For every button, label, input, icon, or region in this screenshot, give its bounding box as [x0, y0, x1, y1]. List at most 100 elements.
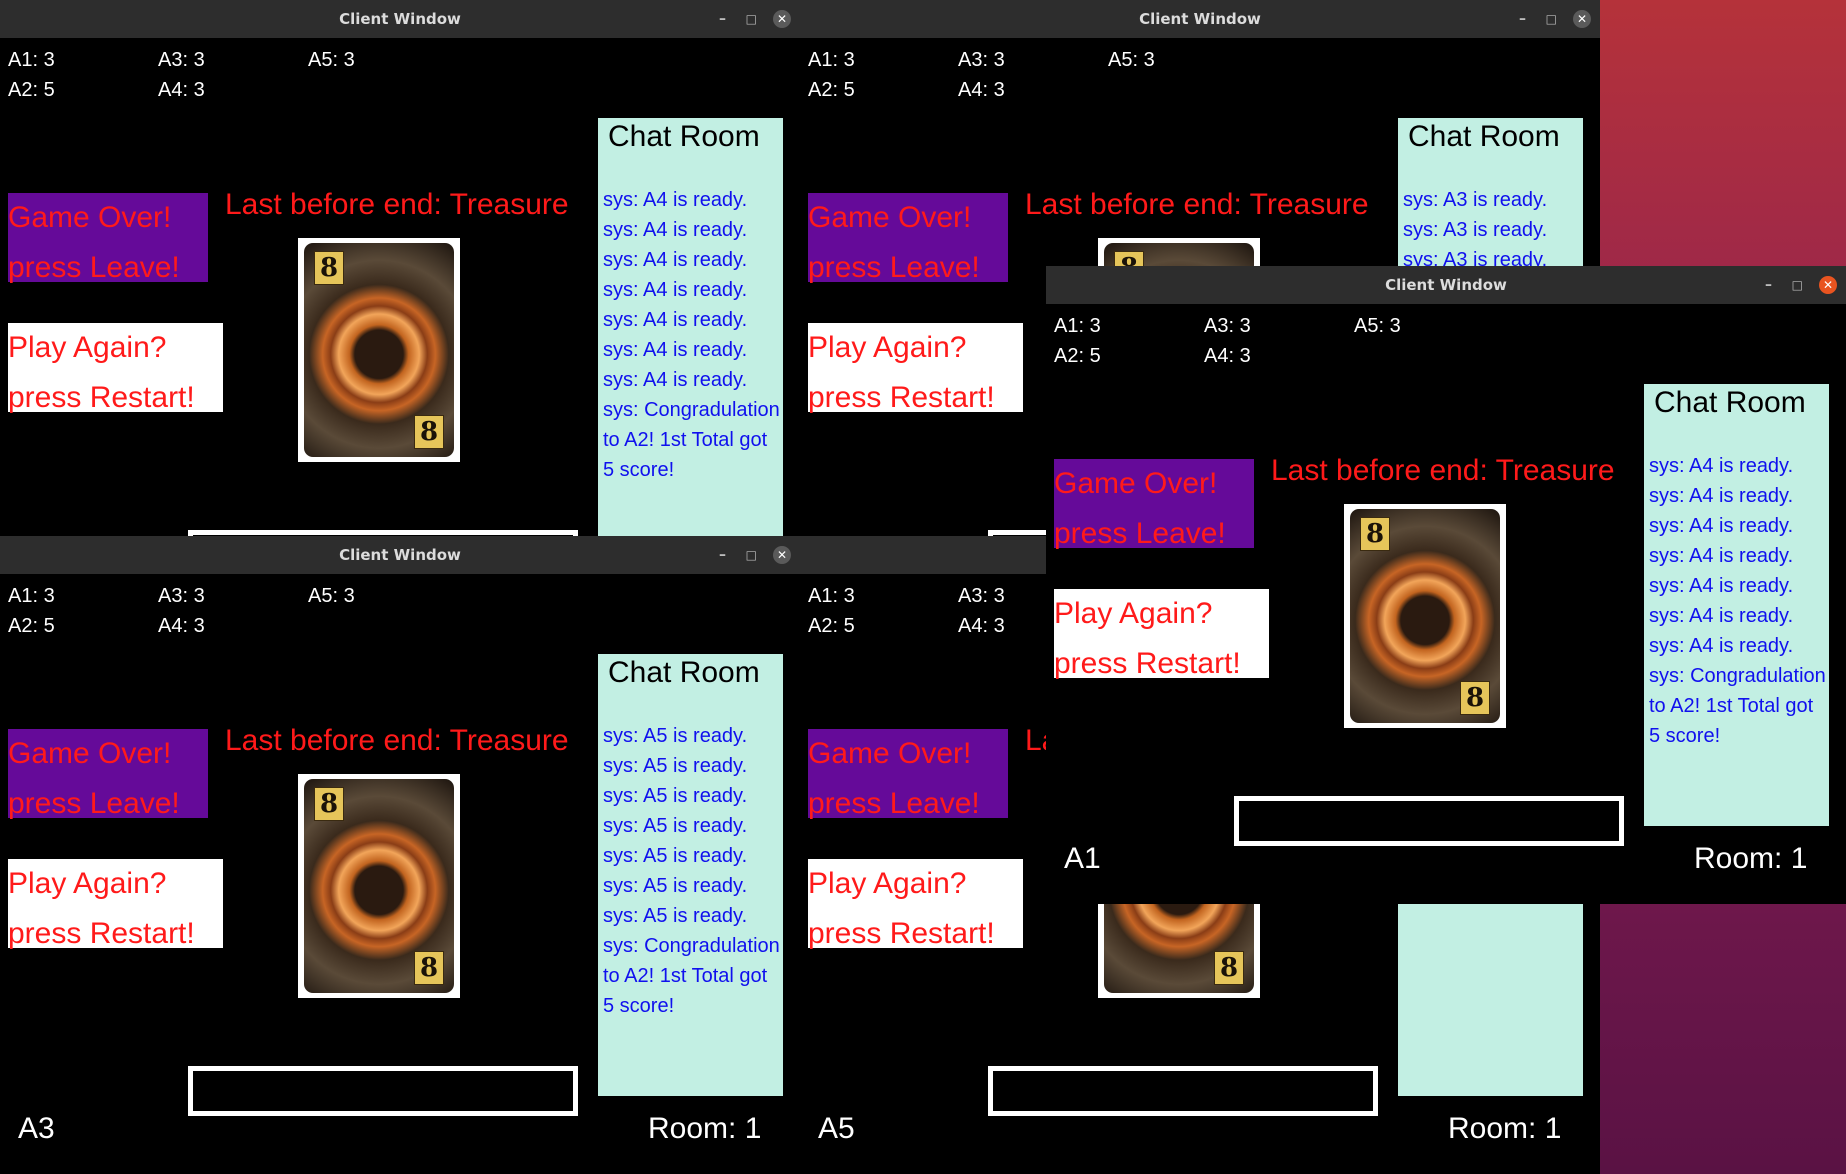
chat-message: sys: A4 is ready. [603, 279, 748, 301]
chat-message: to A2! 1st Total got [1649, 695, 1814, 717]
play-again-label: Play Again? [1054, 597, 1213, 630]
player-name: A3 [18, 1112, 55, 1145]
minimize-icon[interactable]: – [719, 0, 726, 38]
play-again-label: Play Again? [808, 331, 967, 364]
restart-button[interactable]: Play Again? press Restart! [8, 859, 223, 950]
close-icon[interactable]: ✕ [773, 546, 791, 564]
last-before-end-label: Last before end: Treasure [225, 724, 569, 757]
chat-input[interactable] [988, 1066, 1378, 1116]
score-a3: A3: 3 [158, 585, 205, 607]
room-label: Room: 1 [1448, 1112, 1562, 1145]
chat-room-panel[interactable]: Chat Room sys: A4 is ready. sys: A4 is re… [598, 118, 783, 560]
chat-message: sys: A5 is ready. [603, 845, 748, 867]
chat-message: sys: A4 is ready. [1649, 485, 1794, 507]
score-a3: A3: 3 [958, 585, 1005, 607]
chat-input[interactable] [1234, 796, 1624, 846]
minimize-icon[interactable]: – [1519, 0, 1526, 38]
chat-message: sys: A4 is ready. [1649, 605, 1794, 627]
chat-message-list: sys: A3 is ready. sys: A3 is ready. sys: A… [1403, 185, 1583, 275]
treasure-card-image: 8 8 [304, 779, 454, 993]
window-title: Client Window [1385, 276, 1507, 294]
chat-message: sys: A3 is ready. [1403, 219, 1548, 241]
chat-message: 5 score! [603, 995, 675, 1017]
score-a3: A3: 3 [158, 49, 205, 71]
chat-message: sys: A5 is ready. [603, 905, 748, 927]
treasure-card-image: 8 8 [1350, 509, 1500, 723]
chat-message: 5 score! [603, 459, 675, 481]
chat-message: sys: A4 is ready. [603, 369, 748, 391]
score-a4: A4: 3 [158, 79, 205, 101]
restart-button[interactable]: Play Again? press Restart! [1054, 589, 1269, 680]
close-icon[interactable]: ✕ [773, 10, 791, 28]
game-over-label: Game Over! [8, 201, 172, 234]
chat-message: sys: A4 is ready. [1649, 455, 1794, 477]
close-icon[interactable]: ✕ [1819, 276, 1837, 294]
leave-button[interactable]: Game Over! press Leave! [808, 193, 1008, 284]
chat-input[interactable] [188, 1066, 578, 1116]
chat-message: sys: A4 is ready. [1649, 515, 1794, 537]
chat-room-panel[interactable]: Chat Room sys: A5 is ready. sys: A5 is re… [598, 654, 783, 1096]
minimize-icon[interactable]: – [1765, 266, 1772, 304]
chat-message: sys: A4 is ready. [603, 309, 748, 331]
game-area: A1: 3 A2: 5 A3: 3 A4: 3 A5: 3 Game Over!… [0, 574, 800, 1145]
restart-button[interactable]: Play Again? press Restart! [8, 323, 223, 414]
game-area: A1: 3 A2: 5 A3: 3 A4: 3 A5: 3 Game Over!… [0, 38, 800, 575]
score-a5: A5: 3 [308, 585, 355, 607]
card-value-top: 8 [1360, 517, 1390, 551]
maximize-icon[interactable]: □ [1546, 0, 1557, 38]
last-before-end-label: Last before end: Treasure [225, 188, 569, 221]
maximize-icon[interactable]: □ [746, 0, 757, 38]
chat-message: 5 score! [1649, 725, 1721, 747]
chat-message: sys: A3 is ready. [1403, 189, 1548, 211]
score-a1: A1: 3 [808, 585, 855, 607]
score-a4: A4: 3 [158, 615, 205, 637]
window-titlebar[interactable]: Client Window – □ ✕ [0, 536, 800, 574]
window-titlebar[interactable]: Client Window – □ ✕ [800, 0, 1600, 38]
score-a4: A4: 3 [958, 615, 1005, 637]
chat-message: sys: A4 is ready. [603, 219, 748, 241]
chat-message: sys: A5 is ready. [603, 755, 748, 777]
chat-room-panel[interactable]: Chat Room sys: A4 is ready. sys: A4 is re… [1644, 384, 1829, 826]
score-a2: A2: 5 [1054, 345, 1101, 367]
score-a1: A1: 3 [808, 49, 855, 71]
close-icon[interactable]: ✕ [1573, 10, 1591, 28]
chat-message: sys: A4 is ready. [1649, 635, 1794, 657]
leave-button[interactable]: Game Over! press Leave! [808, 729, 1008, 820]
card-value-bottom: 8 [1214, 951, 1244, 985]
chat-message: sys: A5 is ready. [603, 785, 748, 807]
client-window: Client Window – □ ✕ A1: 3 A2: 5 A3: 3 A4… [1046, 266, 1846, 904]
minimize-icon[interactable]: – [719, 536, 726, 574]
window-titlebar[interactable]: Client Window – □ ✕ [1046, 266, 1846, 304]
score-a1: A1: 3 [8, 49, 55, 71]
chat-message: to A2! 1st Total got [603, 429, 768, 451]
chat-message-list: sys: A4 is ready. sys: A4 is ready. sys: A… [603, 185, 783, 485]
press-restart-label: press Restart! [8, 917, 195, 950]
restart-button[interactable]: Play Again? press Restart! [808, 859, 1023, 950]
press-leave-label: press Leave! [8, 787, 180, 820]
window-title: Client Window [339, 10, 461, 28]
card-value-bottom: 8 [1460, 681, 1490, 715]
press-leave-label: press Leave! [808, 251, 980, 284]
card-value-top: 8 [314, 251, 344, 285]
leave-button[interactable]: Game Over! press Leave! [1054, 459, 1254, 550]
treasure-card: 8 8 [1344, 504, 1506, 728]
chat-message-list: sys: A4 is ready. sys: A4 is ready. sys: A… [1649, 451, 1829, 751]
leave-button[interactable]: Game Over! press Leave! [8, 193, 208, 284]
press-restart-label: press Restart! [808, 381, 995, 414]
room-label: Room: 1 [1694, 842, 1808, 875]
chat-message: sys: Congradulation [1649, 665, 1826, 687]
score-a3: A3: 3 [1204, 315, 1251, 337]
press-leave-label: press Leave! [8, 251, 180, 284]
restart-button[interactable]: Play Again? press Restart! [808, 323, 1023, 414]
game-over-label: Game Over! [808, 201, 972, 234]
window-titlebar[interactable]: Client Window – □ ✕ [0, 0, 800, 38]
chat-message: to A2! 1st Total got [603, 965, 768, 987]
last-before-end-label: Last before end: Treasure [1025, 188, 1369, 221]
chat-message-list: sys: A5 is ready. sys: A5 is ready. sys: A… [603, 721, 783, 1021]
chat-message: sys: A5 is ready. [603, 725, 748, 747]
chat-room-title: Chat Room [608, 120, 760, 153]
leave-button[interactable]: Game Over! press Leave! [8, 729, 208, 820]
maximize-icon[interactable]: □ [746, 536, 757, 574]
chat-message: sys: A4 is ready. [603, 339, 748, 361]
maximize-icon[interactable]: □ [1792, 266, 1803, 304]
